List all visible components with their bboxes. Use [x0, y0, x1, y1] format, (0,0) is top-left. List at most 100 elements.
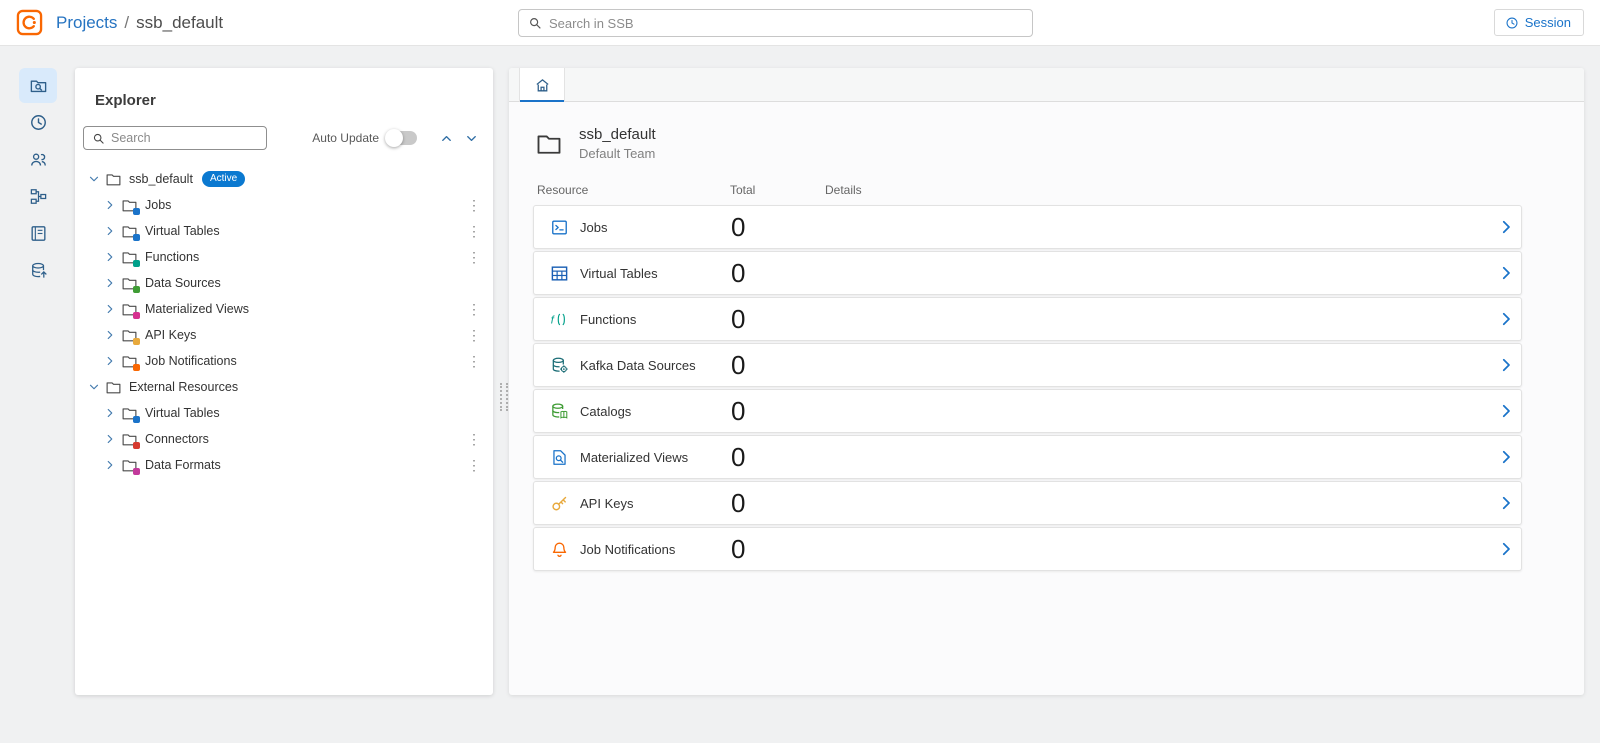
users-icon — [29, 150, 48, 169]
chevron-right-icon[interactable] — [1497, 540, 1515, 558]
tree-item-functions[interactable]: Functions ⋮ — [75, 244, 493, 270]
chevron-right-icon[interactable] — [1497, 356, 1515, 374]
chevron-right-icon[interactable] — [1497, 402, 1515, 420]
tree-item-materialized-views[interactable]: Materialized Views ⋮ — [75, 296, 493, 322]
resource-total: 0 — [731, 533, 746, 564]
chevron-right-icon[interactable] — [1497, 218, 1515, 236]
resource-cell: Job Notifications — [550, 540, 731, 559]
resource-row-virtual-tables[interactable]: Virtual Tables 0 — [533, 251, 1522, 295]
nav-rail-item-data[interactable] — [19, 253, 57, 288]
chevron-down-icon[interactable] — [87, 172, 101, 186]
resource-cell: API Keys — [550, 494, 731, 513]
nav-rail-item-explorer[interactable] — [19, 68, 57, 103]
tree-item-data-formats[interactable]: Data Formats ⋮ — [75, 452, 493, 478]
chevron-right-icon[interactable] — [103, 198, 117, 212]
folder-icon — [105, 171, 122, 188]
resource-row-functions[interactable]: f Functions 0 — [533, 297, 1522, 341]
column-resource: Resource — [537, 183, 589, 197]
tab-home[interactable] — [519, 68, 565, 102]
tree-item-label: ssb_default — [129, 172, 193, 186]
chevron-down-icon[interactable] — [87, 380, 101, 394]
tree-item-label: Virtual Tables — [145, 406, 220, 420]
chevron-right-icon[interactable] — [103, 458, 117, 472]
tree-item-api-keys[interactable]: API Keys ⋮ — [75, 322, 493, 348]
nav-rail-item-history[interactable] — [19, 105, 57, 140]
folder-icon — [121, 457, 140, 475]
breadcrumb-projects-link[interactable]: Projects — [56, 13, 117, 33]
resource-label: Functions — [580, 311, 637, 327]
tree-item-label: Jobs — [145, 198, 172, 212]
kebab-menu-icon[interactable]: ⋮ — [467, 224, 481, 238]
functions-icon: f — [550, 310, 569, 329]
resource-total: 0 — [731, 487, 746, 518]
resource-cell: Materialized Views — [550, 448, 731, 467]
chevron-right-icon[interactable] — [1497, 494, 1515, 512]
chevron-right-icon[interactable] — [103, 250, 117, 264]
kebab-menu-icon[interactable]: ⋮ — [467, 302, 481, 316]
jobs-icon — [550, 218, 569, 237]
explorer-search-input[interactable] — [111, 131, 258, 145]
panel-resize-handle[interactable] — [500, 383, 508, 411]
resource-row-materialized-views[interactable]: Materialized Views 0 — [533, 435, 1522, 479]
kebab-menu-icon[interactable]: ⋮ — [467, 432, 481, 446]
auto-update-toggle[interactable] — [385, 129, 417, 147]
global-search-input[interactable] — [549, 15, 1023, 31]
chevron-right-icon[interactable] — [1497, 264, 1515, 282]
chevron-right-icon[interactable] — [1497, 310, 1515, 328]
folder-type-badge — [133, 415, 140, 423]
folder-type-badge — [133, 207, 140, 215]
session-button-label: Session — [1524, 15, 1571, 30]
session-button[interactable]: Session — [1493, 9, 1584, 36]
tree-item-job-notifications[interactable]: Job Notifications ⋮ — [75, 348, 493, 374]
resource-row-kafka-data-sources[interactable]: Kafka Data Sources 0 — [533, 343, 1522, 387]
folder-icon — [121, 197, 140, 215]
tree-item-connectors[interactable]: Connectors ⋮ — [75, 426, 493, 452]
tree-item-label: Materialized Views — [145, 302, 249, 316]
cloudera-logo-icon[interactable] — [16, 9, 43, 36]
chevron-right-icon[interactable] — [103, 276, 117, 290]
resource-label: API Keys — [580, 495, 634, 511]
chevron-right-icon[interactable] — [103, 354, 117, 368]
column-total: Total — [730, 183, 756, 197]
chevron-right-icon[interactable] — [103, 406, 117, 420]
resource-label: Catalogs — [580, 403, 632, 419]
tree-item-ssb-default[interactable]: ssb_default Active — [75, 166, 493, 192]
kebab-menu-icon[interactable]: ⋮ — [467, 250, 481, 264]
chevron-right-icon[interactable] — [103, 432, 117, 446]
kebab-menu-icon[interactable]: ⋮ — [467, 458, 481, 472]
folder-icon — [121, 249, 140, 267]
nav-rail-item-users[interactable] — [19, 142, 57, 177]
bell-icon — [550, 540, 569, 559]
tree-item-jobs[interactable]: Jobs ⋮ — [75, 192, 493, 218]
breadcrumb-current: ssb_default — [136, 12, 224, 32]
tree-item-virtual-tables[interactable]: Virtual Tables — [75, 400, 493, 426]
project-name: ssb_default — [579, 126, 656, 143]
resource-row-catalogs[interactable]: Catalogs 0 — [533, 389, 1522, 433]
resource-rows: Jobs 0 Virtual Tables 0 f Functions 0 Kafka Dat… — [533, 205, 1522, 571]
resource-label: Virtual Tables — [580, 265, 658, 281]
materialized-views-icon — [550, 448, 569, 467]
chevron-right-icon[interactable] — [103, 224, 117, 238]
tree-item-virtual-tables[interactable]: Virtual Tables ⋮ — [75, 218, 493, 244]
tree-item-external-resources[interactable]: External Resources — [75, 374, 493, 400]
explorer-search — [83, 126, 267, 150]
resource-row-api-keys[interactable]: API Keys 0 — [533, 481, 1522, 525]
kebab-menu-icon[interactable]: ⋮ — [467, 198, 481, 212]
chevron-right-icon[interactable] — [103, 328, 117, 342]
tree-item-label: Functions — [145, 250, 200, 264]
tree-item-label: Job Notifications — [145, 354, 237, 368]
folder-icon — [121, 301, 140, 319]
chevron-right-icon[interactable] — [1497, 448, 1515, 466]
kebab-menu-icon[interactable]: ⋮ — [467, 354, 481, 368]
main-content: ssb_default Default Team Resource Total … — [509, 102, 1584, 571]
nav-rail-item-lineage[interactable] — [19, 179, 57, 214]
active-badge: Active — [201, 171, 246, 187]
chevron-down-icon[interactable] — [464, 131, 479, 146]
resource-row-job-notifications[interactable]: Job Notifications 0 — [533, 527, 1522, 571]
chevron-up-icon[interactable] — [439, 131, 454, 146]
nav-rail-item-docs[interactable] — [19, 216, 57, 251]
chevron-right-icon[interactable] — [103, 302, 117, 316]
kebab-menu-icon[interactable]: ⋮ — [467, 328, 481, 342]
resource-row-jobs[interactable]: Jobs 0 — [533, 205, 1522, 249]
tree-item-data-sources[interactable]: Data Sources — [75, 270, 493, 296]
